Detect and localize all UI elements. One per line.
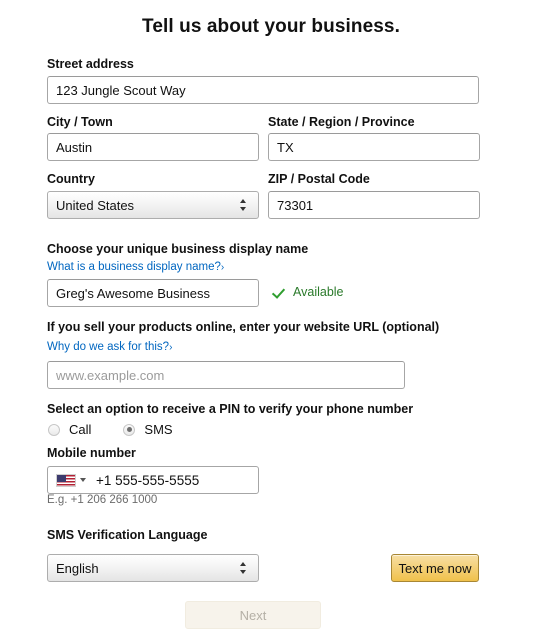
sms-language-select-value: English (56, 560, 99, 576)
state-region-province-input[interactable] (268, 133, 480, 161)
zip-postal-code-input[interactable] (268, 191, 480, 219)
why-do-we-ask-link-text: Why do we ask for this? (47, 341, 170, 353)
city-town-label: City / Town (47, 115, 113, 129)
next-button-label: Next (239, 607, 267, 623)
pin-method-option-call-label: Call (69, 422, 92, 437)
country-select-value: United States (56, 197, 135, 213)
zip-postal-code-label: ZIP / Postal Code (268, 172, 370, 186)
mobile-number-hint: E.g. +1 206 266 1000 (47, 494, 158, 506)
why-do-we-ask-link[interactable]: Why do we ask for this?› (47, 341, 172, 353)
business-details-form-page: Tell us about your business. Street addr… (0, 0, 542, 633)
street-address-label: Street address (47, 57, 134, 71)
what-is-business-display-name-link[interactable]: What is a business display name?› (47, 261, 224, 273)
availability-status: Available (273, 285, 344, 299)
us-flag-icon (56, 473, 76, 487)
state-region-province-label: State / Region / Province (268, 115, 415, 129)
pin-method-label: Select an option to receive a PIN to ver… (47, 402, 414, 416)
next-button[interactable]: Next (185, 601, 321, 629)
business-display-name-input[interactable] (47, 279, 259, 307)
country-select[interactable]: United States (47, 191, 259, 219)
website-url-label: If you sell your products online, enter … (47, 320, 440, 334)
radio-icon-sms[interactable] (123, 423, 136, 436)
radio-icon-call[interactable] (48, 423, 60, 436)
mobile-number-label: Mobile number (47, 446, 136, 460)
sms-language-label: SMS Verification Language (47, 528, 208, 542)
country-label: Country (47, 172, 95, 186)
country-flag-select[interactable] (56, 473, 86, 487)
city-town-input[interactable] (47, 133, 259, 161)
mobile-number-value: +1 555-555-5555 (96, 472, 200, 488)
street-address-input[interactable] (47, 76, 479, 104)
chevron-right-icon: › (220, 262, 225, 273)
chevron-updown-icon (239, 198, 248, 212)
availability-status-text: Available (293, 285, 344, 299)
sms-language-select[interactable]: English (47, 554, 259, 582)
business-display-name-label: Choose your unique business display name (47, 242, 309, 256)
chevron-updown-icon (239, 561, 248, 575)
mobile-number-input[interactable]: +1 555-555-5555 (47, 466, 259, 494)
what-is-business-display-name-link-text: What is a business display name? (47, 261, 221, 273)
pin-method-radio-group: Call SMS (48, 422, 173, 437)
text-me-now-button[interactable]: Text me now (391, 554, 479, 582)
chevron-down-icon (80, 478, 86, 482)
pin-method-option-sms[interactable]: SMS (123, 422, 173, 437)
check-icon (273, 285, 287, 299)
pin-method-option-call[interactable]: Call (48, 422, 91, 437)
pin-method-option-sms-label: SMS (144, 422, 173, 437)
page-title: Tell us about your business. (142, 16, 400, 37)
website-url-input[interactable] (47, 361, 405, 389)
text-me-now-button-label: Text me now (398, 560, 472, 576)
chevron-right-icon: › (169, 342, 173, 353)
